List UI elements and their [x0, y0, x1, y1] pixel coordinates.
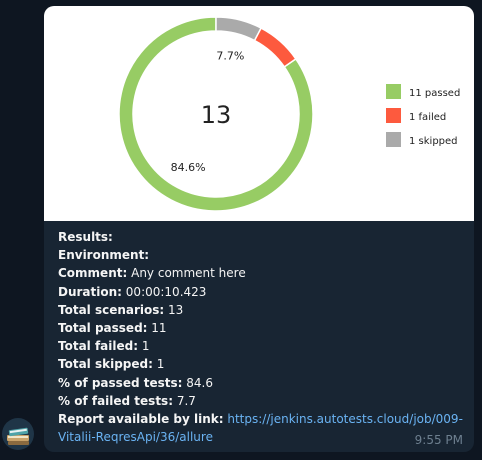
line-label: Comment: — [58, 266, 128, 281]
donut-center-total: 13 — [201, 101, 232, 129]
legend-swatch — [386, 108, 401, 123]
line-value: 13 — [168, 302, 184, 317]
legend-swatch — [386, 132, 401, 147]
chart-image[interactable]: 84.6% 7.7% 13 11 passed 1 failed 1 skipped — [44, 6, 474, 221]
line-label: % of passed tests: — [58, 375, 183, 390]
line-label: Environment: — [58, 248, 150, 263]
line-comment: Comment: Any comment here — [58, 264, 468, 282]
line-total-scenarios: Total scenarios: 13 — [58, 301, 468, 319]
legend-label: 1 skipped — [409, 136, 458, 147]
line-results: Results: — [58, 228, 468, 246]
line-total-failed: Total failed: 1 — [58, 337, 468, 355]
donut-chart: 84.6% 7.7% 13 11 passed 1 failed 1 skipped — [118, 16, 460, 212]
line-failed-pct: % of failed tests: 7.7 — [58, 392, 468, 410]
line-total-passed: Total passed: 11 — [58, 319, 468, 337]
line-value: 1 — [156, 357, 165, 372]
line-environment: Environment: — [58, 246, 468, 264]
line-label: Total failed: — [58, 339, 139, 354]
line-label: Results: — [58, 230, 113, 244]
message-text: Results: Environment: Comment: Any comme… — [58, 228, 468, 446]
line-value: 7.7 — [176, 393, 196, 408]
line-value: 1 — [141, 339, 150, 354]
report-label: Report available by link: — [58, 412, 224, 427]
line-value: Any comment here — [131, 266, 246, 281]
line-value: 11 — [151, 321, 167, 336]
legend-label: 11 passed — [409, 88, 460, 99]
slice-percent-label: 7.7% — [216, 50, 244, 63]
message-bubble: 84.6% 7.7% 13 11 passed 1 failed 1 skipped Re… — [44, 6, 474, 452]
slice-percent-label: 84.6% — [171, 161, 206, 174]
line-label: Total scenarios: — [58, 302, 165, 317]
message-time: 9:55 PM — [414, 433, 463, 447]
line-label: Total passed: — [58, 321, 148, 336]
line-duration: Duration: 00:00:10.423 — [58, 283, 468, 301]
line-value: 84.6 — [186, 375, 213, 390]
line-total-skipped: Total skipped: 1 — [58, 355, 468, 373]
line-report: Report available by link: https://jenkin… — [58, 410, 468, 446]
book-stack-icon — [7, 427, 29, 445]
line-value: 00:00:10.423 — [125, 284, 207, 299]
avatar[interactable] — [2, 418, 34, 450]
line-label: % of failed tests: — [58, 393, 173, 408]
donut-slice-failed — [253, 27, 297, 68]
line-passed-pct: % of passed tests: 84.6 — [58, 374, 468, 392]
line-label: Duration: — [58, 284, 122, 299]
legend-label: 1 failed — [409, 112, 446, 123]
donut-slice-skipped — [215, 16, 263, 42]
line-label: Total skipped: — [58, 357, 153, 372]
legend-swatch — [386, 84, 401, 99]
